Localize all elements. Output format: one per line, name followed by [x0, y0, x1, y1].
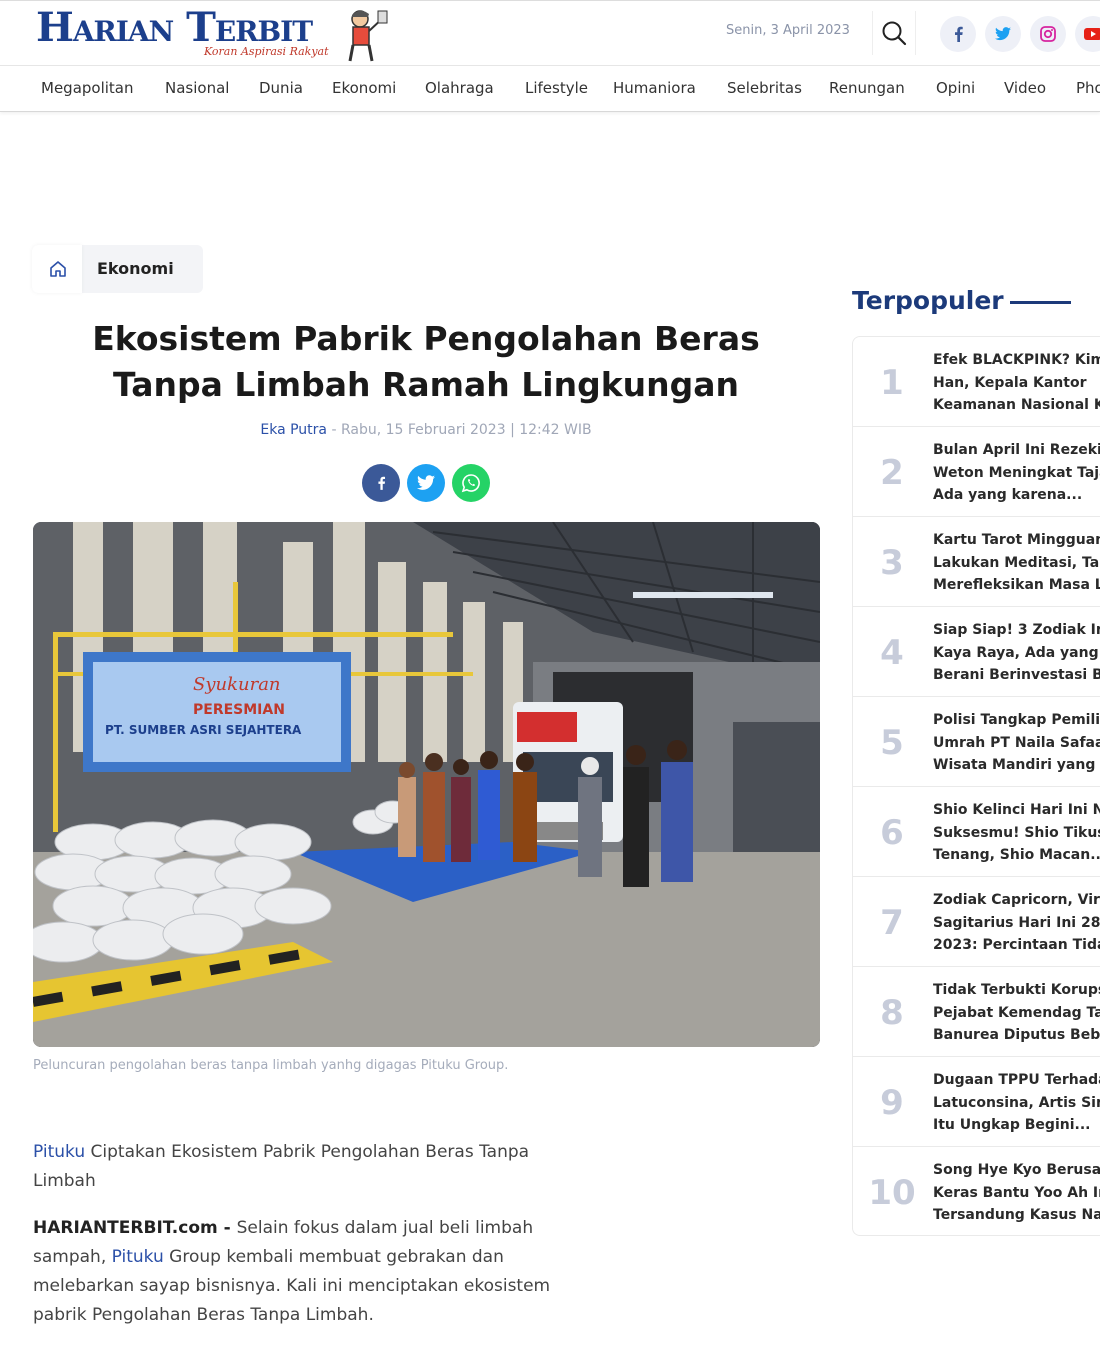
popular-item[interactable]: 1 Efek BLACKPINK? Kim S Han, Kepala Kant… — [853, 337, 1100, 427]
popular-rank: 5 — [880, 723, 904, 763]
photo-scene: Syukuran PERESMIAN PT. SUMBER ASRI SEJAH… — [33, 522, 820, 1047]
popular-item[interactable]: 8 Tidak Terbukti Korupsi Pejabat Kemenda… — [853, 967, 1100, 1057]
popular-heading-underline — [1010, 301, 1071, 304]
popular-headline: Zodiak Capricorn, Virg Sagitarius Hari I… — [933, 892, 1100, 953]
popular-rank: 1 — [880, 363, 904, 403]
share-whatsapp-button[interactable] — [452, 464, 490, 502]
nav-item-humaniora[interactable]: Humaniora — [613, 79, 696, 97]
nav-item-opini[interactable]: Opini — [936, 79, 975, 97]
header-twitter-button[interactable] — [985, 16, 1021, 52]
home-icon — [50, 261, 66, 277]
meta-separator: - — [327, 422, 341, 438]
site-header: Harian Terbit Koran Aspirasi Rakyat Seni… — [0, 0, 1100, 66]
nav-item-lifestyle[interactable]: Lifestyle — [525, 79, 588, 97]
popular-rank: 7 — [880, 903, 904, 943]
banner-line3: PT. SUMBER ASRI SEJAHTERA — [105, 723, 302, 737]
article-meta: Eka Putra - Rabu, 15 Februari 2023 | 12:… — [33, 422, 819, 438]
header-instagram-button[interactable] — [1030, 16, 1066, 52]
breadcrumb-category[interactable]: Ekonomi — [97, 259, 174, 278]
mascot-icon — [348, 10, 388, 62]
popular-headline: Efek BLACKPINK? Kim S Han, Kepala Kantor… — [933, 352, 1100, 413]
popular-headline: Polisi Tangkap Pemilik Umrah PT Naila Sa… — [933, 712, 1100, 773]
popular-heading: Terpopuler — [852, 286, 1004, 315]
facebook-icon — [378, 476, 386, 490]
popular-item[interactable]: 9 Dugaan TPPU Terhada Latuconsina, Artis… — [853, 1057, 1100, 1147]
popular-headline: Shio Kelinci Hari Ini Nik Suksesmu! Shio… — [933, 802, 1100, 863]
popular-rank: 10 — [868, 1173, 916, 1213]
nav-item-selebritas[interactable]: Selebritas — [727, 79, 802, 97]
popular-headline: Dugaan TPPU Terhada Latuconsina, Artis S… — [933, 1072, 1100, 1133]
breadcrumb-home-button[interactable] — [32, 245, 82, 293]
share-twitter-button[interactable] — [407, 464, 445, 502]
article-datetime: Rabu, 15 Februari 2023 | 12:42 WIB — [340, 422, 592, 438]
nav-item-dunia[interactable]: Dunia — [259, 79, 303, 97]
share-facebook-button[interactable] — [362, 464, 400, 502]
popular-item[interactable]: 10 Song Hye Kyo Berusah Keras Bantu Yoo … — [853, 1147, 1100, 1237]
facebook-icon — [955, 26, 963, 42]
article-body-paragraph: HARIANTERBIT.com - Selain fokus dalam ju… — [33, 1214, 563, 1330]
nav-item-video[interactable]: Video — [1004, 79, 1046, 97]
body-dash: - — [217, 1218, 237, 1238]
body-tag-link[interactable]: Pituku — [112, 1247, 164, 1267]
main-nav: Megapolitan Nasional Dunia Ekonomi Olahr… — [0, 66, 1100, 112]
header-facebook-button[interactable] — [940, 16, 976, 52]
youtube-icon — [1084, 28, 1100, 40]
popular-rank: 2 — [880, 453, 904, 493]
article-photo: Syukuran PERESMIAN PT. SUMBER ASRI SEJAH… — [33, 522, 820, 1047]
lead-tag-link[interactable]: Pituku — [33, 1142, 85, 1162]
banner-line2: PERESMIAN — [193, 702, 285, 718]
search-icon — [882, 21, 907, 46]
banner-line1: Syukuran — [193, 674, 281, 695]
body-source: HARIANTERBIT.com — [33, 1218, 218, 1238]
search-button[interactable] — [872, 11, 916, 55]
nav-item-nasional[interactable]: Nasional — [165, 79, 229, 97]
popular-rank: 4 — [880, 633, 904, 673]
nav-item-megapolitan[interactable]: Megapolitan — [41, 79, 134, 97]
nav-item-olahraga[interactable]: Olahraga — [425, 79, 494, 97]
popular-item[interactable]: 2 Bulan April Ini Rezeki 6 Weton Meningk… — [853, 427, 1100, 517]
header-date: Senin, 3 April 2023 — [726, 23, 850, 38]
nav-item-ekonomi[interactable]: Ekonomi — [332, 79, 396, 97]
popular-rank: 6 — [880, 813, 904, 853]
popular-list: 1 Efek BLACKPINK? Kim S Han, Kepala Kant… — [852, 336, 1100, 1236]
popular-item[interactable]: 5 Polisi Tangkap Pemilik Umrah PT Naila … — [853, 697, 1100, 787]
photo-caption: Peluncuran pengolahan beras tanpa limbah… — [33, 1058, 509, 1073]
article-author[interactable]: Eka Putra — [260, 422, 327, 438]
popular-headline: Kartu Tarot Mingguan: Lakukan Meditasi, … — [933, 532, 1100, 593]
popular-item[interactable]: 4 Siap Siap! 3 Zodiak Ini Kaya Raya, Ada… — [853, 607, 1100, 697]
article-lead: Pituku Ciptakan Ekosistem Pabrik Pengola… — [33, 1138, 553, 1196]
instagram-icon — [1040, 26, 1056, 42]
header-youtube-button[interactable] — [1075, 16, 1100, 52]
popular-item[interactable]: 3 Kartu Tarot Mingguan: Lakukan Meditasi… — [853, 517, 1100, 607]
popular-rank: 3 — [880, 543, 904, 583]
popular-headline: Song Hye Kyo Berusah Keras Bantu Yoo Ah … — [933, 1162, 1100, 1223]
nav-item-photo[interactable]: Pho — [1076, 79, 1100, 97]
popular-rank: 8 — [880, 993, 904, 1033]
twitter-icon — [995, 27, 1011, 41]
twitter-icon — [417, 475, 435, 490]
logo-tagline: Koran Aspirasi Rakyat — [204, 45, 329, 58]
site-logo[interactable]: Harian Terbit Koran Aspirasi Rakyat — [36, 5, 388, 65]
breadcrumb: Ekonomi — [32, 245, 203, 293]
lead-text: Ciptakan Ekosistem Pabrik Pengolahan Ber… — [33, 1142, 530, 1191]
popular-headline: Bulan April Ini Rezeki 6 Weton Meningkat… — [933, 442, 1100, 503]
popular-headline: Siap Siap! 3 Zodiak Ini Kaya Raya, Ada y… — [933, 622, 1100, 683]
nav-item-renungan[interactable]: Renungan — [829, 79, 905, 97]
popular-rank: 9 — [880, 1083, 904, 1123]
article-title: Ekosistem Pabrik Pengolahan Beras Tanpa … — [92, 319, 760, 404]
whatsapp-icon — [461, 474, 480, 493]
popular-headline: Tidak Terbukti Korupsi Pejabat Kemendag … — [933, 982, 1100, 1043]
popular-item[interactable]: 7 Zodiak Capricorn, Virg Sagitarius Hari… — [853, 877, 1100, 967]
popular-item[interactable]: 6 Shio Kelinci Hari Ini Nik Suksesmu! Sh… — [853, 787, 1100, 877]
